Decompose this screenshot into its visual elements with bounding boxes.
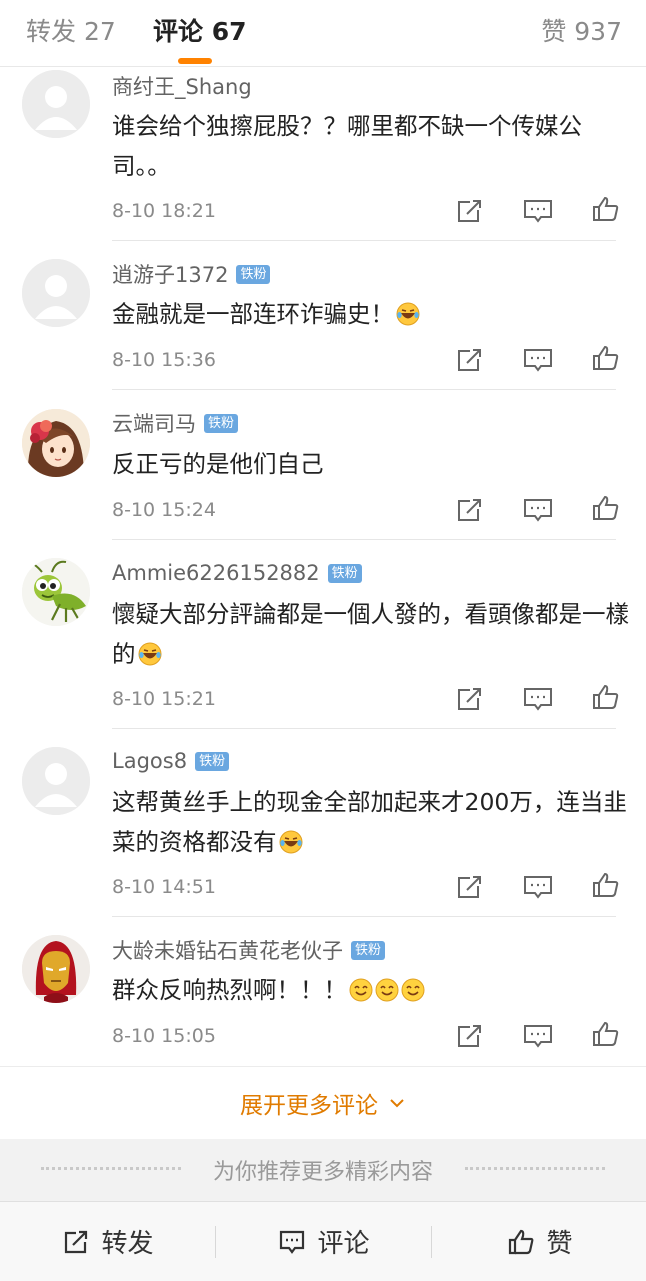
comment-header: 商纣王_Shang — [112, 72, 252, 100]
avatar[interactable] — [22, 409, 90, 477]
show-more-label: 展开更多评论 — [240, 1093, 378, 1119]
reply-comment-icon[interactable] — [522, 1021, 554, 1051]
fan-badge: 铁粉 — [351, 940, 386, 960]
comment-time: 8-10 15:05 — [112, 1025, 216, 1047]
divider — [112, 539, 616, 540]
repost-icon — [65, 1230, 88, 1253]
repost-button[interactable]: 转发 — [0, 1202, 215, 1281]
comment-text: 这帮黄丝手上的现金全部加起来才200万，连当韭菜的资格都没有 — [112, 782, 632, 862]
repost-comment-icon[interactable] — [454, 196, 486, 226]
comment-header: 大龄未婚钻石黄花老伙子 铁粉 — [112, 935, 386, 965]
comment-text-content: 金融就是一部连环诈骗史！ — [112, 300, 394, 328]
reply-comment-icon[interactable] — [522, 345, 554, 375]
comment-header: Lagos8 铁粉 — [112, 747, 230, 775]
username[interactable]: Ammie6226152882 — [112, 561, 320, 585]
dotted-divider — [465, 1167, 605, 1173]
comment-text-content: 这帮黄丝手上的现金全部加起来才200万，连当韭菜的资格都没有 — [112, 788, 627, 856]
comment-text-content: 反正亏的是他们自己 — [112, 450, 324, 478]
recommend-label: 为你推荐更多精彩内容 — [212, 1160, 433, 1185]
like-comment-icon[interactable] — [590, 493, 622, 523]
comment-time: 8-10 14:51 — [112, 876, 216, 898]
comment-time: 8-10 15:36 — [112, 349, 216, 371]
avatar[interactable] — [22, 558, 90, 626]
divider — [112, 389, 616, 390]
tab-comments[interactable]: 评论 67 — [153, 12, 247, 48]
fan-badge: 铁粉 — [327, 563, 362, 583]
reply-comment-icon[interactable] — [522, 872, 554, 902]
smile-emoji-icon — [349, 978, 373, 1002]
comment-time: 8-10 15:21 — [112, 688, 216, 710]
default-avatar-icon — [22, 70, 90, 138]
comment-header: 云端司马 铁粉 — [112, 408, 239, 438]
laugh-cry-emoji-icon — [279, 830, 302, 854]
username[interactable]: 云端司马 — [112, 408, 196, 438]
comment-header: Ammie6226152882 铁粉 — [112, 559, 362, 587]
comment-text: 金融就是一部连环诈骗史！ — [112, 294, 632, 334]
recommend-section: 为你推荐更多精彩内容 — [0, 1139, 646, 1201]
show-more-comments-button[interactable]: 展开更多评论 — [0, 1066, 646, 1139]
avatar[interactable] — [22, 747, 90, 815]
comment-text-content: 群众反响热烈啊！！！ — [112, 976, 347, 1004]
reply-comment-icon[interactable] — [522, 495, 554, 525]
iron-man-avatar-icon — [22, 935, 90, 1003]
default-avatar-icon — [22, 747, 90, 815]
username[interactable]: 大龄未婚钻石黄花老伙子 — [112, 935, 343, 965]
divider — [112, 916, 616, 917]
like-comment-icon[interactable] — [590, 194, 622, 224]
reply-comment-icon[interactable] — [522, 684, 554, 714]
like-button[interactable]: 赞 — [432, 1202, 646, 1281]
comment-button[interactable]: 评论 — [216, 1202, 431, 1281]
like-comment-icon[interactable] — [590, 1019, 622, 1049]
anime-girl-avatar-icon — [22, 409, 90, 477]
username[interactable]: 逍游子1372 — [112, 259, 228, 289]
like-label: 赞 — [546, 1229, 573, 1259]
tab-repost[interactable]: 转发 27 — [26, 12, 116, 48]
comment-time: 8-10 15:24 — [112, 499, 216, 521]
comment-text: 群众反响热烈啊！！！ — [112, 970, 632, 1010]
thumbs-up-icon — [509, 1229, 534, 1254]
repost-comment-icon[interactable] — [454, 684, 486, 714]
repost-comment-icon[interactable] — [454, 345, 486, 375]
like-comment-icon[interactable] — [590, 870, 622, 900]
comment-label: 评论 — [317, 1229, 370, 1259]
active-tab-indicator — [178, 58, 212, 64]
fan-badge: 铁粉 — [236, 264, 271, 284]
comment-time: 8-10 18:21 — [112, 200, 216, 222]
reply-comment-icon[interactable] — [522, 196, 554, 226]
like-comment-icon[interactable] — [590, 682, 622, 712]
repost-comment-icon[interactable] — [454, 495, 486, 525]
default-avatar-icon — [22, 259, 90, 327]
comment-text: 懷疑大部分評論都是一個人發的，看頭像都是一樣的 — [112, 594, 632, 674]
smile-emoji-icon — [375, 978, 399, 1002]
avatar[interactable] — [22, 935, 90, 1003]
comment-text-content: 懷疑大部分評論都是一個人發的，看頭像都是一樣的 — [112, 600, 629, 668]
tab-likes[interactable]: 赞 937 — [541, 12, 622, 48]
divider — [112, 240, 616, 241]
bottom-action-bar: 转发 评论 赞 — [0, 1201, 646, 1281]
repost-comment-icon[interactable] — [454, 872, 486, 902]
comment-text: 反正亏的是他们自己 — [112, 444, 632, 484]
laugh-cry-emoji-icon — [396, 302, 420, 326]
divider — [112, 728, 616, 729]
chevron-down-icon — [390, 1099, 404, 1108]
fan-badge: 铁粉 — [195, 751, 230, 771]
fan-badge: 铁粉 — [204, 413, 239, 433]
grasshopper-avatar-icon — [22, 558, 90, 626]
comment-header: 逍游子1372 铁粉 — [112, 259, 271, 289]
repost-comment-icon[interactable] — [454, 1021, 486, 1051]
comment-text-content: 谁会给个独擦屁股？？哪里都不缺一个传媒公司。。 — [112, 112, 582, 180]
avatar[interactable] — [22, 70, 90, 138]
username[interactable]: Lagos8 — [112, 749, 187, 773]
comment-tab-bar: 转发 27 评论 67 赞 937 — [0, 0, 646, 67]
laugh-cry-emoji-icon — [138, 642, 161, 666]
comment-icon — [280, 1230, 305, 1254]
dotted-divider — [40, 1167, 181, 1173]
username[interactable]: 商纣王_Shang — [112, 71, 252, 101]
comment-text: 谁会给个独擦屁股？？哪里都不缺一个传媒公司。。 — [112, 106, 632, 186]
repost-label: 转发 — [101, 1229, 154, 1259]
like-comment-icon[interactable] — [590, 343, 622, 373]
avatar[interactable] — [22, 259, 90, 327]
smile-emoji-icon — [401, 978, 425, 1002]
